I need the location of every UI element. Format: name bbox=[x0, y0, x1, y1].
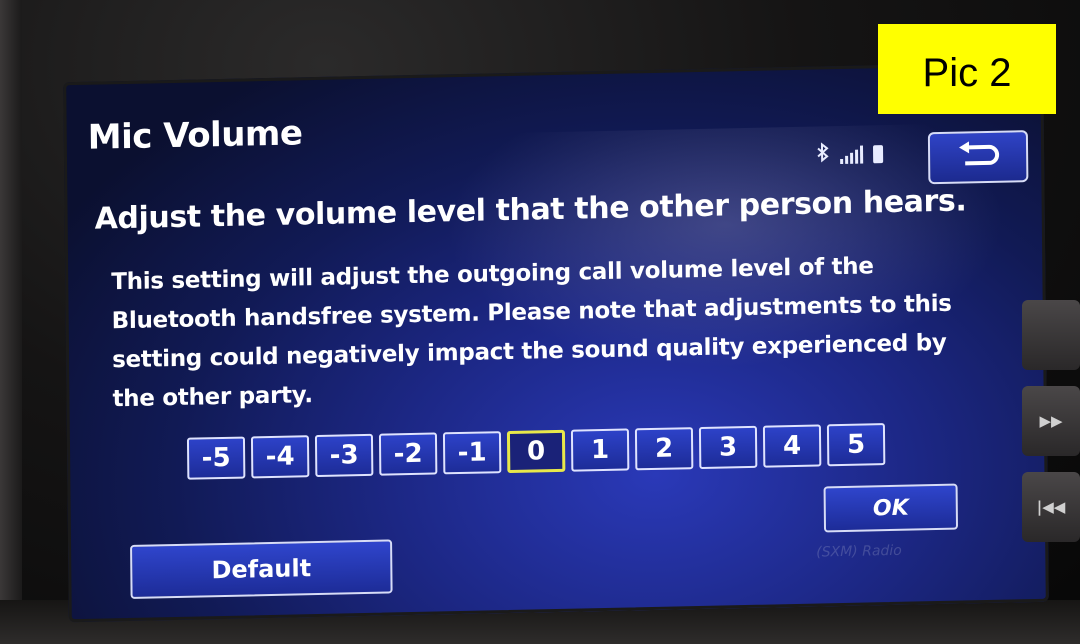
instruction-heading: Adjust the volume level that the other p… bbox=[94, 183, 967, 237]
back-arrow-icon bbox=[955, 141, 1001, 174]
level-button-1[interactable]: 1 bbox=[570, 428, 630, 472]
level-button-minus-3[interactable]: -3 bbox=[314, 433, 374, 478]
volume-level-selector: -5 -4 -3 -2 -1 0 1 2 3 4 5 bbox=[186, 423, 886, 480]
level-button-2[interactable]: 2 bbox=[634, 427, 694, 471]
level-button-minus-4[interactable]: -4 bbox=[250, 435, 310, 479]
battery-icon bbox=[872, 144, 884, 163]
level-button-0-selected[interactable]: 0 bbox=[506, 429, 566, 474]
previous-track-icon: |◀◀ bbox=[1036, 498, 1066, 516]
level-button-minus-2[interactable]: -2 bbox=[378, 432, 438, 476]
head-unit-screen: Mic Volume Adjust the volume level that … bbox=[63, 61, 1049, 623]
page-title: Mic Volume bbox=[87, 113, 303, 158]
level-button-minus-5[interactable]: -5 bbox=[186, 436, 246, 480]
next-track-icon: ▶▶ bbox=[1039, 412, 1063, 430]
default-button[interactable]: Default bbox=[130, 539, 393, 599]
level-button-4[interactable]: 4 bbox=[762, 424, 822, 468]
side-hardware-button[interactable] bbox=[1022, 300, 1080, 370]
previous-track-button[interactable]: |◀◀ bbox=[1022, 472, 1080, 542]
status-bar bbox=[816, 141, 884, 167]
level-button-3[interactable]: 3 bbox=[698, 425, 758, 470]
photo-label: Pic 2 bbox=[878, 24, 1056, 114]
ok-button[interactable]: OK bbox=[823, 483, 959, 533]
next-track-button[interactable]: ▶▶ bbox=[1022, 386, 1080, 456]
description-text: This setting will adjust the outgoing ca… bbox=[111, 253, 952, 413]
radio-watermark: (SXM) Radio bbox=[816, 542, 902, 561]
back-button[interactable] bbox=[927, 130, 1029, 185]
level-button-minus-1[interactable]: -1 bbox=[442, 431, 502, 475]
signal-strength-icon bbox=[840, 145, 864, 164]
bluetooth-icon bbox=[816, 142, 830, 167]
level-button-5[interactable]: 5 bbox=[826, 423, 886, 467]
bezel-left-edge bbox=[0, 0, 22, 644]
